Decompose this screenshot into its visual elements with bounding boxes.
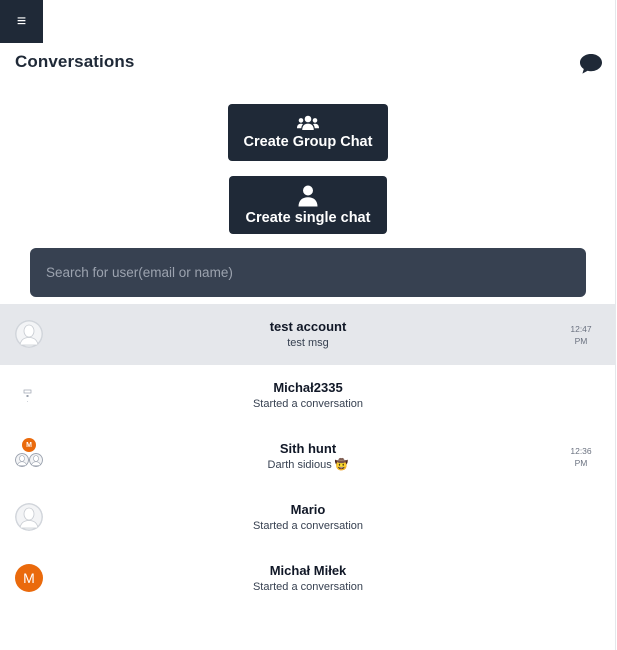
conversation-last-message: Started a conversation <box>252 398 364 410</box>
conversation-name: Michał Miłek <box>269 563 347 578</box>
conversation-time: 12:36 PM <box>570 446 592 468</box>
conversation-item-sith-hunt[interactable]: M Sith hunt Darth sidious 🤠 12:36 PM <box>0 426 616 487</box>
search-input[interactable] <box>30 248 586 297</box>
users-icon <box>297 115 319 130</box>
conversation-item-michal-milek[interactable]: M Michał Miłek Started a conversation <box>0 548 616 609</box>
conversation-last-message: test msg <box>287 337 329 349</box>
conversation-list: test account test msg 12:47 PM Michał233… <box>0 304 616 609</box>
conversation-time: 12:47 PM <box>570 324 592 346</box>
conversation-name: Mario <box>290 502 326 517</box>
conversations-panel: ≡ Conversations Create Group Chat Create… <box>0 0 616 650</box>
conversation-last-message: Started a conversation <box>252 581 364 593</box>
conversation-name: Michał2335 <box>273 380 343 395</box>
conversation-item-mario[interactable]: Mario Started a conversation <box>0 487 616 548</box>
conversation-name: Sith hunt <box>279 441 337 456</box>
conversation-name: test account <box>269 319 347 334</box>
conversation-last-message: Started a conversation <box>252 520 364 532</box>
create-group-chat-label: Create Group Chat <box>243 134 373 150</box>
conversation-item-michal2335[interactable]: Michał2335 Started a conversation <box>0 365 616 426</box>
user-icon <box>298 185 318 206</box>
create-group-chat-button[interactable]: Create Group Chat <box>228 104 388 161</box>
conversation-item-test-account[interactable]: test account test msg 12:47 PM <box>0 304 616 365</box>
conversation-last-message: Darth sidious 🤠 <box>267 459 349 471</box>
hamburger-icon: ≡ <box>16 12 27 30</box>
menu-button[interactable]: ≡ <box>0 0 43 43</box>
page-title: Conversations <box>15 52 135 71</box>
create-single-chat-label: Create single chat <box>245 209 371 226</box>
create-single-chat-button[interactable]: Create single chat <box>229 176 387 234</box>
chat-bubble-icon[interactable] <box>579 53 603 75</box>
